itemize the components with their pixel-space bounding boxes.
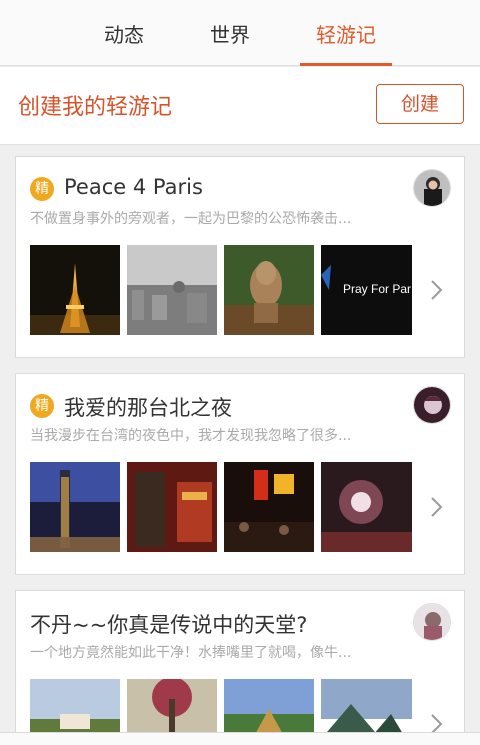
- chevron-right-icon[interactable]: [430, 494, 444, 520]
- featured-badge: 精: [30, 394, 54, 418]
- travel-card[interactable]: 精 我爱的那台北之夜 当我漫步在台湾的夜色中，我才发现我忽略了很多...: [15, 373, 465, 575]
- tab-qingyouji[interactable]: 轻游记: [300, 0, 392, 66]
- photo-pray-for-paris[interactable]: Pray For Par: [321, 245, 412, 335]
- bottom-navigation: [0, 732, 480, 745]
- photo-fireworks[interactable]: [321, 462, 412, 552]
- card-desc: 一个地方竟然能如此干净！水捧嘴里了就喝，像牛...: [30, 645, 352, 661]
- photo-paris-cityscape[interactable]: [127, 245, 217, 335]
- card-desc: 当我漫步在台湾的夜色中，我才发现我忽略了很多...: [30, 428, 352, 444]
- photo-caption: Pray For Par: [343, 282, 412, 296]
- author-avatar[interactable]: [413, 169, 451, 207]
- card-title: 我爱的那台北之夜: [64, 396, 232, 420]
- create-title: 创建我的轻游记: [18, 95, 173, 120]
- card-title: Peace 4 Paris: [64, 175, 203, 199]
- photo-temple[interactable]: [127, 462, 217, 552]
- author-avatar[interactable]: [413, 603, 451, 641]
- card-desc: 不做置身事外的旁观者，一起为巴黎的公恐怖袭击...: [30, 211, 352, 227]
- tab-bar: 动态 世界 轻游记: [0, 0, 480, 66]
- chevron-right-icon[interactable]: [430, 277, 444, 303]
- photo-eiffel-night[interactable]: [30, 245, 120, 335]
- create-button[interactable]: 创建: [376, 84, 464, 124]
- travel-card[interactable]: 精 Peace 4 Paris 不做置身事外的旁观者，一起为巴黎的公恐怖袭击..…: [15, 156, 465, 358]
- photo-buddha-statue[interactable]: [224, 245, 314, 335]
- photo-night-market[interactable]: [224, 462, 314, 552]
- photo-strip: [30, 462, 430, 552]
- card-title: 不丹~~你真是传说中的天堂?: [30, 613, 308, 637]
- create-bar: 创建我的轻游记 创建: [0, 67, 480, 145]
- photo-strip: Pray For Par: [30, 245, 430, 335]
- tab-dongtai[interactable]: 动态: [84, 0, 164, 66]
- travel-card[interactable]: 不丹~~你真是传说中的天堂? 一个地方竟然能如此干净！水捧嘴里了就喝，像牛...: [15, 590, 465, 745]
- tab-shijie[interactable]: 世界: [190, 0, 270, 66]
- photo-taipei-101-night[interactable]: [30, 462, 120, 552]
- featured-badge: 精: [30, 177, 54, 201]
- author-avatar[interactable]: [413, 386, 451, 424]
